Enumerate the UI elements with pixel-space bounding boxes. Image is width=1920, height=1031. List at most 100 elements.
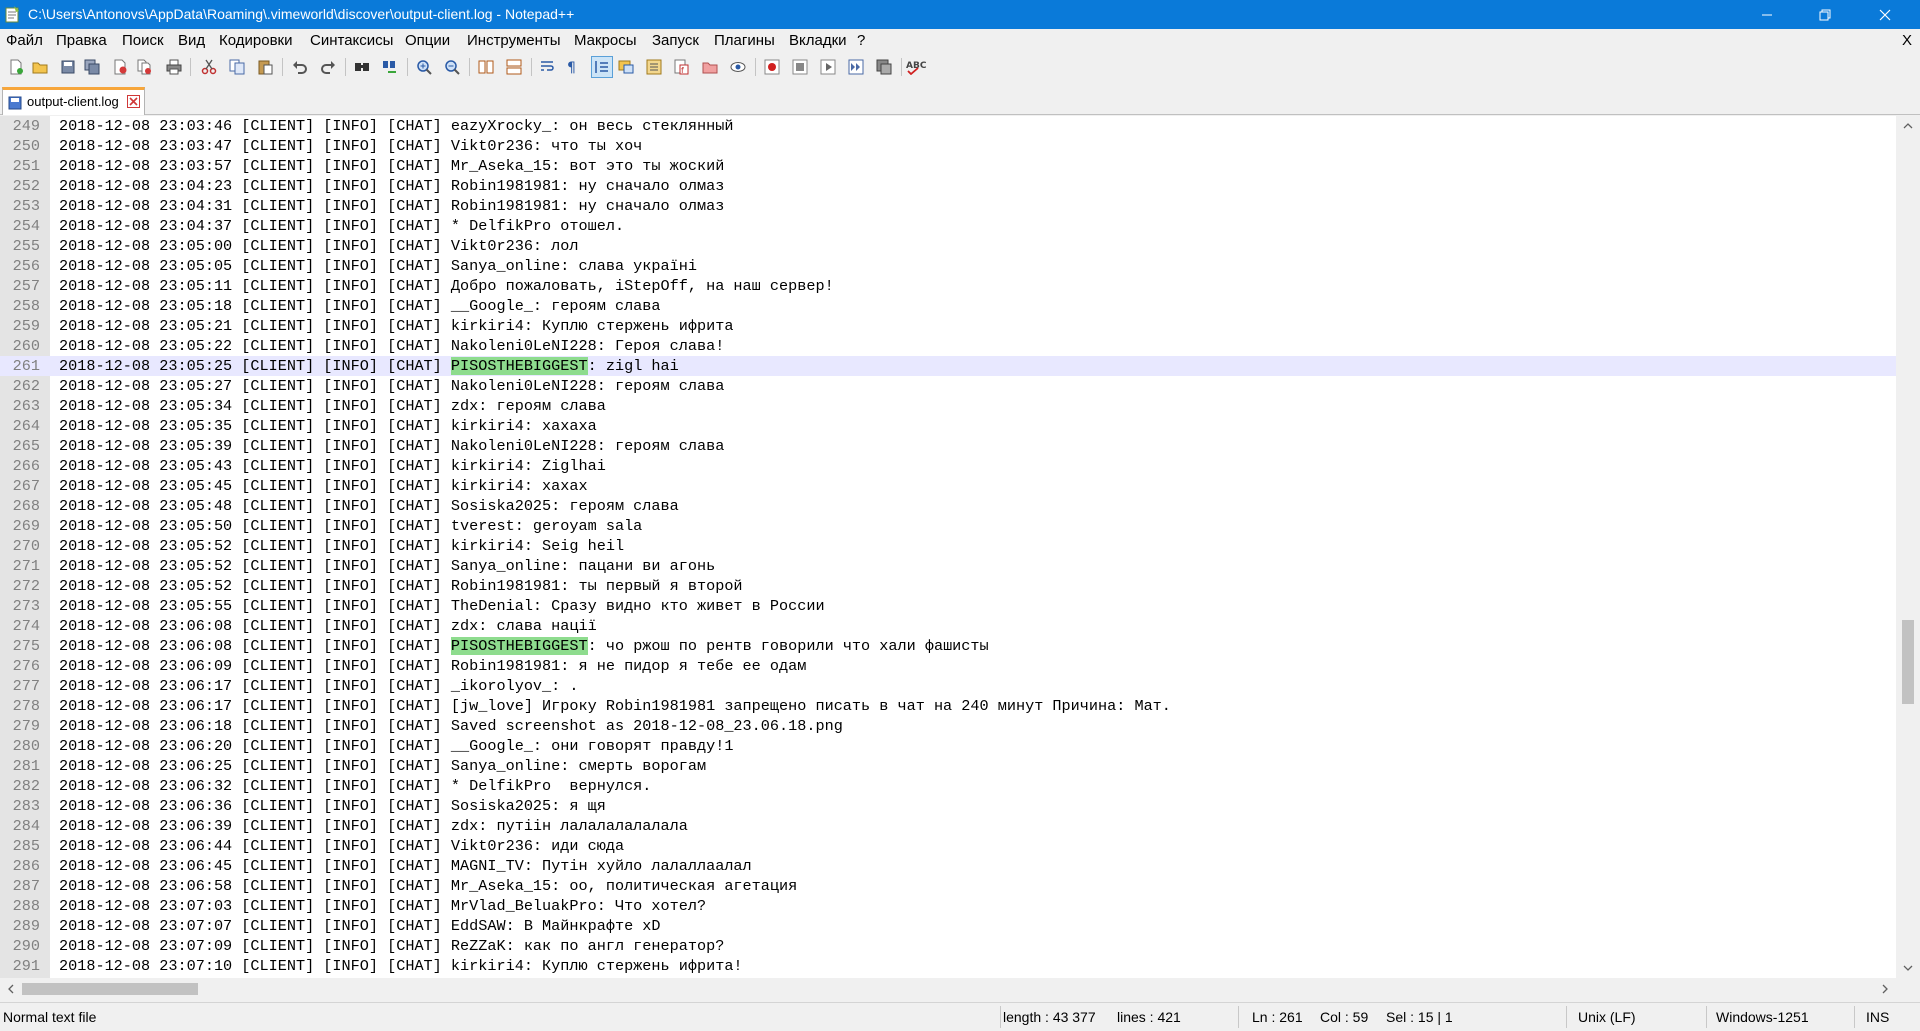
record-macro-icon[interactable] xyxy=(761,56,783,78)
editor-line[interactable]: 254 2018-12-08 23:04:37 [CLIENT] [INFO] [… xyxy=(0,216,1896,236)
menu-view[interactable]: Вид xyxy=(178,29,205,53)
editor-area[interactable]: 249 2018-12-08 23:03:46 [CLIENT] [INFO] [… xyxy=(0,116,1896,978)
editor-line[interactable]: 252 2018-12-08 23:04:23 [CLIENT] [INFO] [… xyxy=(0,176,1896,196)
editor-line[interactable]: 288 2018-12-08 23:07:03 [CLIENT] [INFO] [… xyxy=(0,896,1896,916)
editor-line[interactable]: 256 2018-12-08 23:05:05 [CLIENT] [INFO] [… xyxy=(0,256,1896,276)
save-icon[interactable] xyxy=(57,56,79,78)
tab-close-button[interactable] xyxy=(127,95,140,108)
horizontal-scrollbar[interactable] xyxy=(0,978,1896,1000)
editor-line[interactable]: 273 2018-12-08 23:05:55 [CLIENT] [INFO] [… xyxy=(0,596,1896,616)
tab-output-client-log[interactable]: output-client.log xyxy=(2,87,145,115)
editor-line[interactable]: 251 2018-12-08 23:03:57 [CLIENT] [INFO] [… xyxy=(0,156,1896,176)
editor-line[interactable]: 268 2018-12-08 23:05:48 [CLIENT] [INFO] [… xyxy=(0,496,1896,516)
scroll-up-button[interactable] xyxy=(1896,116,1920,136)
sync-vertical-icon[interactable] xyxy=(475,56,497,78)
monitoring-icon[interactable] xyxy=(727,56,749,78)
folder-workspace-icon[interactable]: f xyxy=(671,56,693,78)
editor-line[interactable]: 259 2018-12-08 23:05:21 [CLIENT] [INFO] [… xyxy=(0,316,1896,336)
horizontal-scroll-thumb[interactable] xyxy=(22,983,198,995)
copy-icon[interactable] xyxy=(226,56,248,78)
menu-edit[interactable]: Правка xyxy=(56,29,107,53)
editor-line[interactable]: 291 2018-12-08 23:07:10 [CLIENT] [INFO] [… xyxy=(0,956,1896,976)
open-file-icon[interactable] xyxy=(29,56,51,78)
menu-syntax[interactable]: Синтаксисы xyxy=(310,29,393,53)
editor-line[interactable]: 271 2018-12-08 23:05:52 [CLIENT] [INFO] [… xyxy=(0,556,1896,576)
scroll-right-button[interactable] xyxy=(1874,978,1896,1000)
menu-encoding[interactable]: Кодировки xyxy=(219,29,292,53)
zoom-out-icon[interactable] xyxy=(441,56,463,78)
menu-tools[interactable]: Инструменты xyxy=(467,29,561,53)
menu-file[interactable]: Файл xyxy=(6,29,43,53)
editor-line[interactable]: 277 2018-12-08 23:06:17 [CLIENT] [INFO] [… xyxy=(0,676,1896,696)
indent-guide-icon[interactable] xyxy=(591,56,613,78)
editor-line[interactable]: 272 2018-12-08 23:05:52 [CLIENT] [INFO] [… xyxy=(0,576,1896,596)
editor-line[interactable]: 249 2018-12-08 23:03:46 [CLIENT] [INFO] [… xyxy=(0,116,1896,136)
editor-line[interactable]: 263 2018-12-08 23:05:34 [CLIENT] [INFO] [… xyxy=(0,396,1896,416)
editor-line[interactable]: 280 2018-12-08 23:06:20 [CLIENT] [INFO] [… xyxy=(0,736,1896,756)
menu-help[interactable]: ? xyxy=(857,29,865,53)
menu-tabs[interactable]: Вкладки xyxy=(789,29,847,53)
scroll-left-button[interactable] xyxy=(0,978,22,1000)
print-icon[interactable] xyxy=(163,56,185,78)
undo-icon[interactable] xyxy=(289,56,311,78)
scroll-down-button[interactable] xyxy=(1896,958,1920,978)
close-all-icon[interactable] xyxy=(133,56,155,78)
find-icon[interactable] xyxy=(351,56,373,78)
editor-line[interactable]: 267 2018-12-08 23:05:45 [CLIENT] [INFO] [… xyxy=(0,476,1896,496)
play-macro-icon[interactable] xyxy=(817,56,839,78)
folder-icon[interactable] xyxy=(699,56,721,78)
editor-line[interactable]: 257 2018-12-08 23:05:11 [CLIENT] [INFO] [… xyxy=(0,276,1896,296)
editor-line[interactable]: 253 2018-12-08 23:04:31 [CLIENT] [INFO] [… xyxy=(0,196,1896,216)
paste-icon[interactable] xyxy=(254,56,276,78)
editor-line[interactable]: 264 2018-12-08 23:05:35 [CLIENT] [INFO] [… xyxy=(0,416,1896,436)
close-icon[interactable] xyxy=(109,56,131,78)
editor-line[interactable]: 258 2018-12-08 23:05:18 [CLIENT] [INFO] [… xyxy=(0,296,1896,316)
editor-line[interactable]: 287 2018-12-08 23:06:58 [CLIENT] [INFO] [… xyxy=(0,876,1896,896)
run-macro-multiple-icon[interactable] xyxy=(845,56,867,78)
editor-line[interactable]: 255 2018-12-08 23:05:00 [CLIENT] [INFO] [… xyxy=(0,236,1896,256)
menu-plugins[interactable]: Плагины xyxy=(714,29,775,53)
word-wrap-icon[interactable] xyxy=(537,56,559,78)
editor-line[interactable]: 275 2018-12-08 23:06:08 [CLIENT] [INFO] [… xyxy=(0,636,1896,656)
function-list-icon[interactable] xyxy=(643,56,665,78)
menu-search[interactable]: Поиск xyxy=(122,29,164,53)
editor-line[interactable]: 250 2018-12-08 23:03:47 [CLIENT] [INFO] [… xyxy=(0,136,1896,156)
editor-line[interactable]: 284 2018-12-08 23:06:39 [CLIENT] [INFO] [… xyxy=(0,816,1896,836)
show-all-chars-icon[interactable]: ¶ xyxy=(561,56,583,78)
editor-line[interactable]: 283 2018-12-08 23:06:36 [CLIENT] [INFO] [… xyxy=(0,796,1896,816)
redo-icon[interactable] xyxy=(317,56,339,78)
editor-line[interactable]: 289 2018-12-08 23:07:07 [CLIENT] [INFO] [… xyxy=(0,916,1896,936)
menu-run[interactable]: Запуск xyxy=(652,29,699,53)
editor-line[interactable]: 262 2018-12-08 23:05:27 [CLIENT] [INFO] [… xyxy=(0,376,1896,396)
cut-icon[interactable] xyxy=(198,56,220,78)
menu-options[interactable]: Опции xyxy=(405,29,450,53)
editor-line[interactable]: 279 2018-12-08 23:06:18 [CLIENT] [INFO] [… xyxy=(0,716,1896,736)
vertical-scroll-thumb[interactable] xyxy=(1902,620,1914,704)
editor-line[interactable]: 266 2018-12-08 23:05:43 [CLIENT] [INFO] [… xyxy=(0,456,1896,476)
new-file-icon[interactable] xyxy=(5,56,27,78)
close-window-button[interactable] xyxy=(1862,0,1908,29)
vertical-scrollbar[interactable] xyxy=(1896,116,1920,978)
stop-macro-icon[interactable] xyxy=(789,56,811,78)
editor-line[interactable]: 261 2018-12-08 23:05:25 [CLIENT] [INFO] [… xyxy=(0,356,1896,376)
save-all-icon[interactable] xyxy=(81,56,103,78)
editor-line[interactable]: 290 2018-12-08 23:07:09 [CLIENT] [INFO] [… xyxy=(0,936,1896,956)
editor-line[interactable]: 286 2018-12-08 23:06:45 [CLIENT] [INFO] [… xyxy=(0,856,1896,876)
minimize-button[interactable] xyxy=(1744,0,1790,29)
restore-button[interactable] xyxy=(1802,0,1848,29)
editor-line[interactable]: 278 2018-12-08 23:06:17 [CLIENT] [INFO] [… xyxy=(0,696,1896,716)
spell-check-icon[interactable]: ABC xyxy=(905,56,931,78)
save-macro-icon[interactable] xyxy=(873,56,895,78)
close-document-button[interactable]: X xyxy=(1902,29,1912,53)
editor-line[interactable]: 260 2018-12-08 23:05:22 [CLIENT] [INFO] [… xyxy=(0,336,1896,356)
zoom-in-icon[interactable] xyxy=(413,56,435,78)
editor-line[interactable]: 276 2018-12-08 23:06:09 [CLIENT] [INFO] [… xyxy=(0,656,1896,676)
sync-horizontal-icon[interactable] xyxy=(503,56,525,78)
editor-line[interactable]: 274 2018-12-08 23:06:08 [CLIENT] [INFO] [… xyxy=(0,616,1896,636)
replace-icon[interactable] xyxy=(379,56,401,78)
editor-line[interactable]: 282 2018-12-08 23:06:32 [CLIENT] [INFO] [… xyxy=(0,776,1896,796)
editor-line[interactable]: 265 2018-12-08 23:05:39 [CLIENT] [INFO] [… xyxy=(0,436,1896,456)
document-map-icon[interactable] xyxy=(615,56,637,78)
editor-line[interactable]: 270 2018-12-08 23:05:52 [CLIENT] [INFO] [… xyxy=(0,536,1896,556)
editor-line[interactable]: 281 2018-12-08 23:06:25 [CLIENT] [INFO] [… xyxy=(0,756,1896,776)
